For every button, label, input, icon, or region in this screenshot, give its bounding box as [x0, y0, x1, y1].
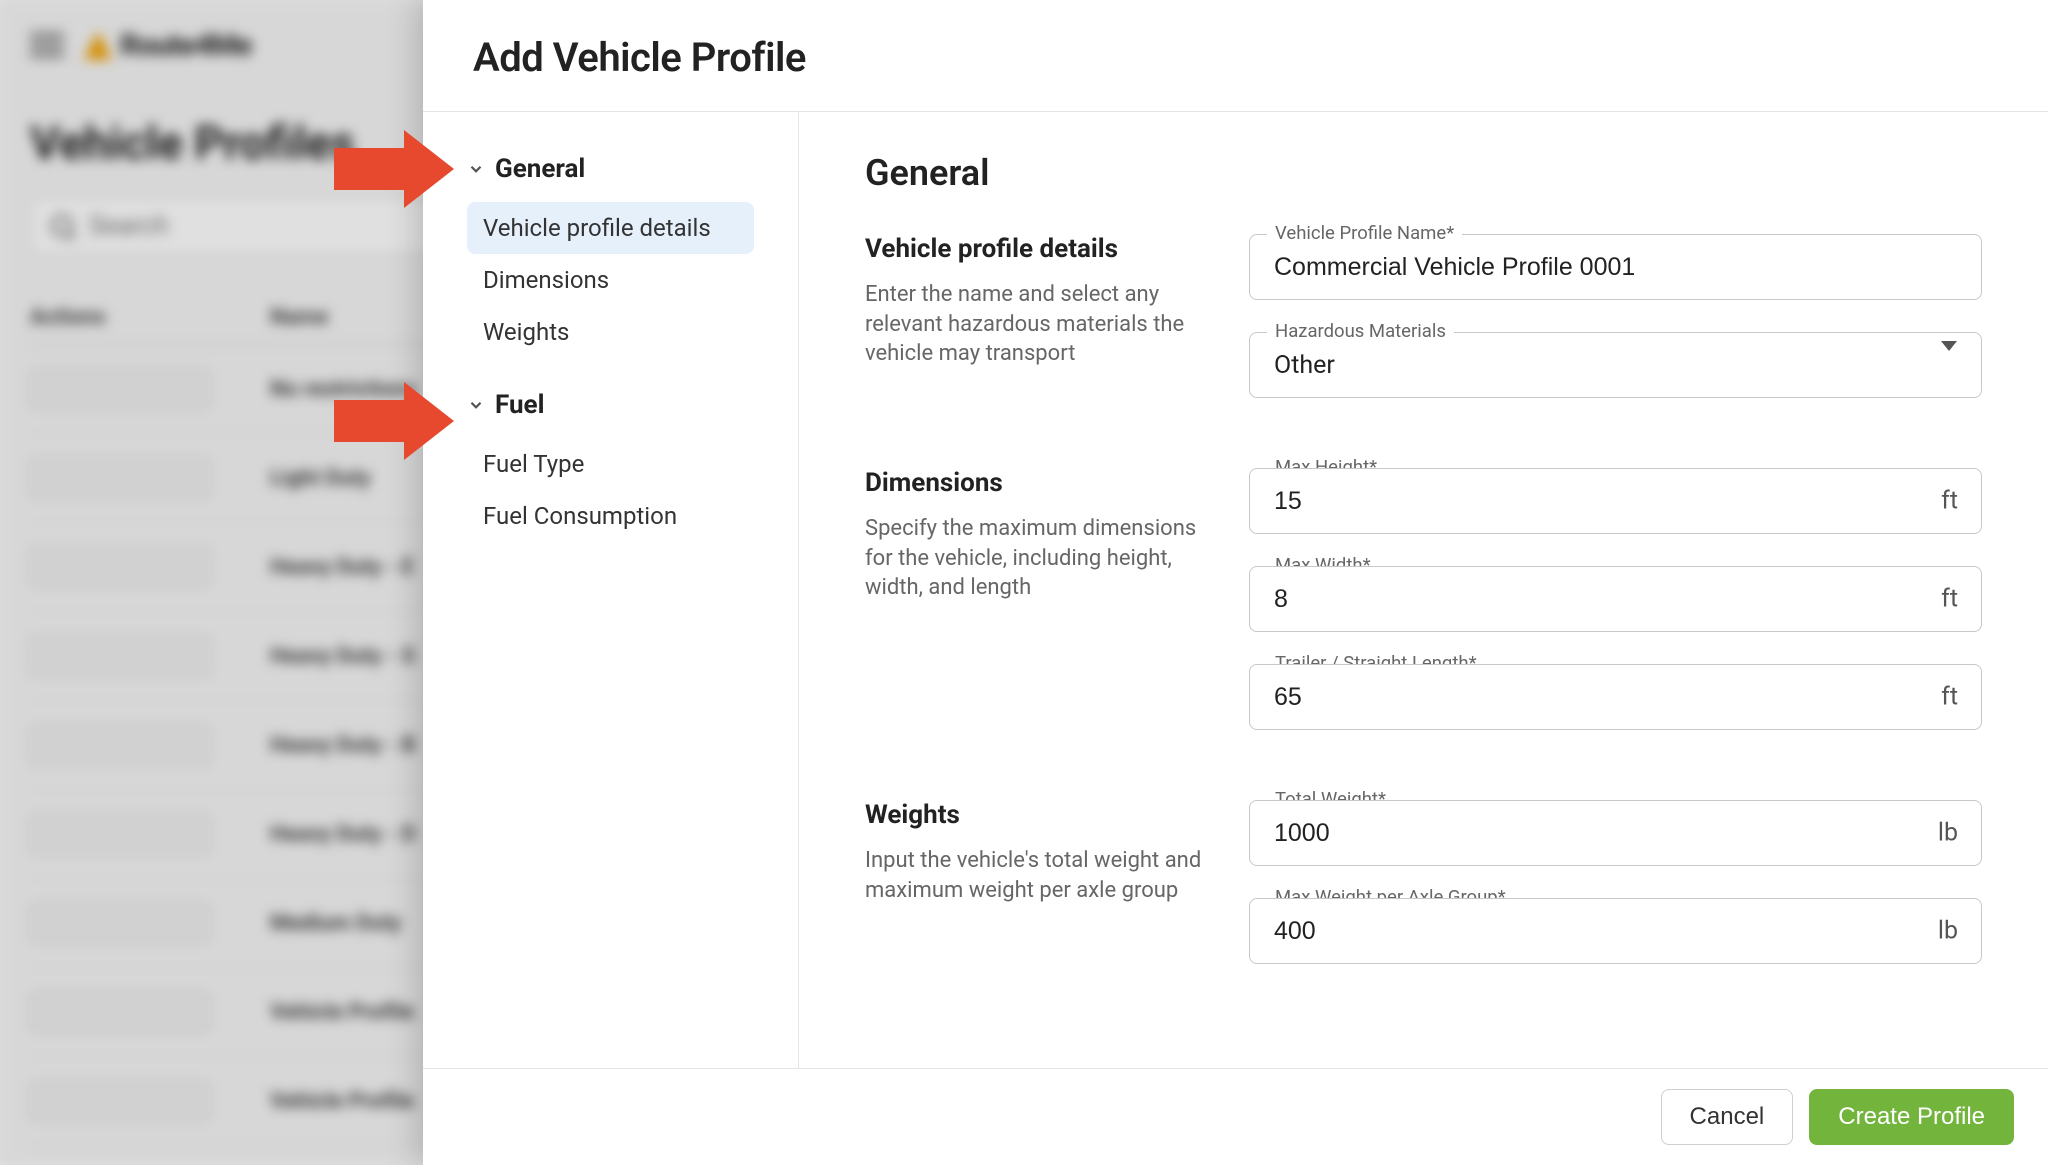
section-title: Weights — [865, 800, 1209, 830]
field-hazardous-materials: Hazardous Materials Other — [1249, 332, 1982, 398]
max-height-input[interactable] — [1249, 468, 1982, 534]
section-title: Dimensions — [865, 468, 1209, 498]
modal-sidebar: General Vehicle profile detailsDimensions… — [423, 112, 799, 1068]
trailer-length-input[interactable] — [1249, 664, 1982, 730]
field-max-width: Max Width* ft — [1249, 566, 1982, 632]
modal-header: Add Vehicle Profile — [423, 0, 2048, 112]
section-description: Input the vehicle's total weight and max… — [865, 846, 1209, 905]
field-max-height: Max Height* ft — [1249, 468, 1982, 534]
section-vehicle-profile-details: Vehicle profile details Enter the name a… — [865, 234, 1982, 398]
modal-content: General Vehicle profile details Enter th… — [799, 112, 2048, 1068]
select-value: Other — [1274, 351, 1335, 380]
total-weight-input[interactable] — [1249, 800, 1982, 866]
field-trailer-length: Trailer / Straight Length* ft — [1249, 664, 1982, 730]
nav-group-label: Fuel — [495, 390, 544, 420]
max-width-input[interactable] — [1249, 566, 1982, 632]
nav-group-fuel[interactable]: Fuel — [467, 382, 754, 430]
section-title: Vehicle profile details — [865, 234, 1209, 264]
section-description: Specify the maximum dimensions for the v… — [865, 514, 1209, 603]
nav-item-dimensions[interactable]: Dimensions — [467, 254, 754, 306]
annotation-arrow-icon — [334, 382, 454, 460]
nav-group-label: General — [495, 154, 585, 184]
nav-group-general[interactable]: General — [467, 146, 754, 194]
chevron-down-icon — [467, 160, 485, 178]
chevron-down-icon — [1941, 351, 1957, 380]
field-vehicle-profile-name: Vehicle Profile Name* — [1249, 234, 1982, 300]
field-max-weight-per-axle: Max Weight per Axle Group* lb — [1249, 898, 1982, 964]
field-total-weight: Total Weight* lb — [1249, 800, 1982, 866]
create-profile-button[interactable]: Create Profile — [1809, 1089, 2014, 1145]
content-heading: General — [865, 152, 1982, 194]
modal-title: Add Vehicle Profile — [473, 34, 1998, 81]
nav-item-vehicle-profile-details[interactable]: Vehicle profile details — [467, 202, 754, 254]
max-weight-per-axle-input[interactable] — [1249, 898, 1982, 964]
cancel-button[interactable]: Cancel — [1661, 1089, 1794, 1145]
modal-footer: Cancel Create Profile — [423, 1068, 2048, 1165]
chevron-down-icon — [467, 396, 485, 414]
annotation-arrow-icon — [334, 130, 454, 208]
section-description: Enter the name and select any relevant h… — [865, 280, 1209, 369]
nav-item-fuel-consumption[interactable]: Fuel Consumption — [467, 490, 754, 542]
field-label: Vehicle Profile Name* — [1267, 222, 1462, 244]
section-weights: Weights Input the vehicle's total weight… — [865, 800, 1982, 964]
field-label: Hazardous Materials — [1267, 320, 1454, 342]
nav-item-weights[interactable]: Weights — [467, 306, 754, 358]
add-vehicle-profile-modal: Add Vehicle Profile General Vehicle profi… — [423, 0, 2048, 1165]
section-dimensions: Dimensions Specify the maximum dimension… — [865, 468, 1982, 730]
nav-item-fuel-type[interactable]: Fuel Type — [467, 438, 754, 490]
